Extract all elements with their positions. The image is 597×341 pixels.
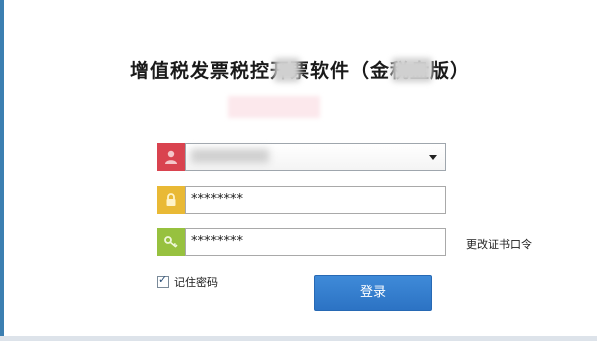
remember-password-label: 记住密码 <box>174 276 218 289</box>
lock-icon <box>157 186 185 214</box>
change-cert-password-link[interactable]: 更改证书口令 <box>466 236 532 252</box>
password-row: ******** <box>157 186 446 214</box>
key-icon <box>157 228 185 256</box>
username-row <box>157 143 446 171</box>
subtitle-blur <box>228 96 320 118</box>
remember-password-checkbox[interactable] <box>157 273 169 288</box>
window-left-edge <box>0 0 4 341</box>
cert-password-row: ******** <box>157 228 446 256</box>
title-blur-1 <box>274 58 300 82</box>
username-blur <box>191 149 269 163</box>
password-input[interactable]: ******** <box>185 186 446 214</box>
window-bottom-edge <box>0 336 597 341</box>
cert-password-input[interactable]: ******** <box>185 228 446 256</box>
login-button[interactable]: 登录 <box>314 275 432 311</box>
title-blur-2 <box>392 58 432 82</box>
chevron-down-icon[interactable] <box>429 155 437 160</box>
user-icon <box>157 143 185 171</box>
app-title: 增值税发票税控开票软件（金税盘版） <box>130 60 471 82</box>
remember-password: 记住密码 <box>157 273 218 290</box>
